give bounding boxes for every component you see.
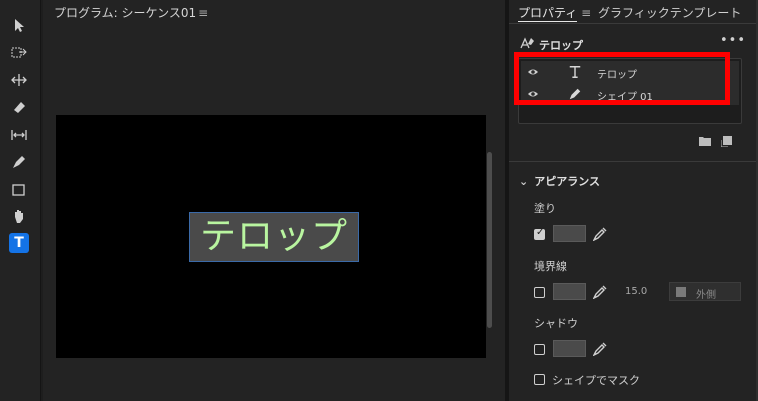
chevron-down-icon[interactable]: ⌄ bbox=[519, 175, 528, 188]
separator bbox=[509, 161, 758, 162]
ripple-edit-tool-icon[interactable] bbox=[9, 70, 29, 90]
more-options-icon[interactable]: ••• bbox=[720, 33, 746, 48]
tab-properties[interactable]: プロパティ ≡ bbox=[518, 4, 591, 22]
eyedropper-icon[interactable] bbox=[593, 342, 607, 356]
stroke-label: 境界線 bbox=[534, 260, 567, 273]
appearance-section-header[interactable]: ⌄ アピアランス bbox=[519, 173, 600, 189]
shadow-label: シャドウ bbox=[534, 317, 578, 330]
layer-actions bbox=[697, 136, 737, 148]
monitor-title-label: プログラム: シーケンス01 bbox=[54, 6, 197, 20]
telop-graphic[interactable]: テロップ bbox=[189, 212, 359, 262]
eyedropper-icon[interactable] bbox=[593, 285, 607, 299]
new-layer-icon[interactable] bbox=[721, 136, 732, 147]
video-frame[interactable]: テロップ bbox=[56, 115, 486, 358]
hand-tool-icon[interactable] bbox=[9, 206, 29, 226]
razor-tool-icon[interactable] bbox=[9, 97, 29, 117]
telop-text: テロップ bbox=[199, 216, 348, 257]
stroke-position-select[interactable]: 外側 bbox=[669, 282, 741, 301]
shadow-color-swatch[interactable] bbox=[553, 340, 586, 357]
shadow-checkbox[interactable] bbox=[534, 344, 545, 355]
slip-tool-icon[interactable] bbox=[9, 125, 29, 145]
eyedropper-icon[interactable] bbox=[593, 227, 607, 241]
properties-header: テロップ ••• bbox=[519, 33, 748, 52]
program-monitor: プログラム: シーケンス01 ≡ テロップ bbox=[43, 0, 505, 401]
stroke-checkbox[interactable] bbox=[534, 287, 545, 298]
mask-checkbox[interactable] bbox=[534, 374, 545, 385]
tab-menu-icon[interactable]: ≡ bbox=[581, 6, 591, 20]
tab-graphic-templates-label: グラフィックテンプレート bbox=[598, 6, 742, 20]
stroke-width-value[interactable]: 15.0 bbox=[625, 286, 647, 297]
tab-graphic-templates[interactable]: グラフィックテンプレート bbox=[598, 4, 741, 21]
graphic-layer-icon bbox=[520, 37, 534, 49]
fill-checkbox[interactable] bbox=[534, 227, 545, 240]
track-select-tool-icon[interactable] bbox=[9, 43, 29, 63]
tab-properties-label: プロパティ bbox=[518, 6, 578, 22]
folder-icon[interactable] bbox=[699, 136, 711, 146]
stroke-color-swatch[interactable] bbox=[553, 283, 586, 300]
tools-panel: T bbox=[0, 0, 41, 401]
stroke-position-icon bbox=[676, 287, 686, 297]
highlight-box bbox=[514, 52, 730, 105]
properties-title: テロップ bbox=[539, 39, 583, 52]
mask-label: シェイプでマスク bbox=[552, 374, 640, 387]
monitor-title[interactable]: プログラム: シーケンス01 ≡ bbox=[54, 4, 208, 21]
rectangle-tool-icon[interactable] bbox=[9, 180, 29, 200]
monitor-scrollbar[interactable] bbox=[487, 152, 492, 328]
monitor-menu-icon[interactable]: ≡ bbox=[198, 6, 208, 20]
pen-tool-icon[interactable] bbox=[9, 152, 29, 172]
panel-tabs: プロパティ ≡ グラフィックテンプレート bbox=[509, 0, 758, 24]
fill-color-swatch[interactable] bbox=[553, 225, 586, 242]
appearance-title: アピアランス bbox=[534, 175, 600, 188]
type-tool-icon[interactable]: T bbox=[9, 233, 29, 253]
fill-label: 塗り bbox=[534, 202, 556, 215]
selection-tool-icon[interactable] bbox=[9, 15, 29, 35]
stroke-position-label: 外側 bbox=[696, 290, 716, 301]
